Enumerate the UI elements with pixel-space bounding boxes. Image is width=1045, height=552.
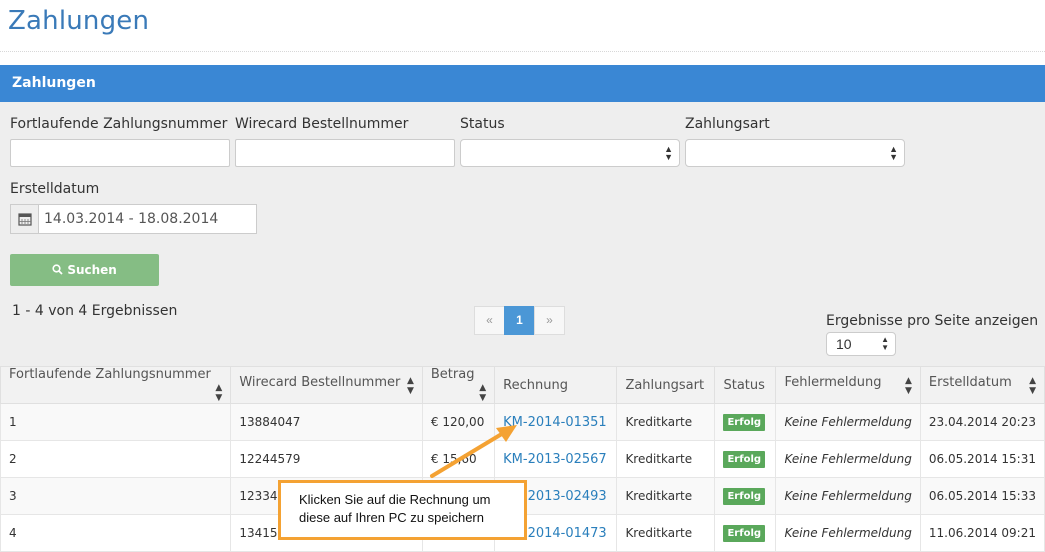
sort-icon: ▲ ▼ bbox=[479, 383, 487, 403]
seq-number-label: Fortlaufende Zahlungsnummer bbox=[10, 116, 228, 132]
seq-number-input[interactable] bbox=[10, 139, 230, 167]
pagination: « 1 » bbox=[474, 306, 565, 335]
cell-error: Keine Fehlermeldung bbox=[775, 440, 921, 478]
cell-error: Keine Fehlermeldung bbox=[775, 477, 921, 515]
search-icon bbox=[52, 264, 63, 275]
payments-panel: Zahlungen Fortlaufende Zahlungsnummer Wi… bbox=[0, 65, 1045, 552]
cell-status: Erfolg bbox=[714, 477, 777, 515]
select-arrows-icon: ▲ ▼ bbox=[889, 144, 898, 162]
per-page-value: 10 bbox=[836, 336, 852, 352]
cell-status: Erfolg bbox=[714, 514, 777, 552]
cell-status: Erfolg bbox=[714, 403, 777, 441]
wirecard-label: Wirecard Bestellnummer bbox=[235, 116, 409, 132]
cell-created: 11.06.2014 09:21 bbox=[919, 514, 1045, 552]
payment-type-label: Zahlungsart bbox=[685, 116, 770, 132]
cell-created: 06.05.2014 15:31 bbox=[919, 440, 1045, 478]
cell-seq-number: 1 bbox=[0, 403, 232, 441]
sort-icon: ▲ ▼ bbox=[1029, 375, 1036, 396]
date-range-value: 14.03.2014 - 18.08.2014 bbox=[44, 211, 219, 227]
per-page-label: Ergebnisse pro Seite anzeigen bbox=[826, 313, 1039, 329]
cell-payment-type: Kreditkarte bbox=[616, 514, 716, 552]
status-label: Status bbox=[460, 116, 505, 132]
wirecard-input[interactable] bbox=[235, 139, 455, 167]
cell-seq-number: 2 bbox=[0, 440, 232, 478]
table-row: 1 13884047 € 120,00 KM-2014-01351 Kredit… bbox=[0, 403, 1045, 441]
col-header-payment-type: Zahlungsart bbox=[616, 366, 716, 404]
cell-created: 23.04.2014 20:23 bbox=[919, 403, 1045, 441]
pagination-next[interactable]: » bbox=[534, 306, 565, 335]
per-page-select[interactable]: 10 ▲ ▼ bbox=[826, 332, 896, 356]
status-badge: Erfolg bbox=[723, 487, 766, 505]
col-header-wirecard[interactable]: Wirecard Bestellnummer ▲ ▼ bbox=[230, 366, 423, 404]
cell-payment-type: Kreditkarte bbox=[616, 477, 716, 515]
cell-wirecard: 12244579 bbox=[230, 440, 423, 478]
sort-icon: ▲ ▼ bbox=[215, 383, 223, 403]
created-label: Erstelldatum bbox=[10, 181, 100, 197]
cell-status: Erfolg bbox=[714, 440, 777, 478]
cell-invoice: KM-2013-02567 bbox=[494, 440, 618, 478]
table-header-row: Fortlaufende Zahlungsnummer ▲ ▼ Wirecard B… bbox=[0, 366, 1045, 404]
calendar-icon bbox=[18, 213, 32, 226]
select-arrows-icon: ▲ ▼ bbox=[664, 144, 673, 162]
pagination-prev[interactable]: « bbox=[474, 306, 505, 335]
status-badge: Erfolg bbox=[723, 450, 766, 468]
panel-header: Zahlungen bbox=[0, 65, 1045, 102]
callout-line-1: Klicken Sie auf die Rechnung um bbox=[299, 492, 491, 507]
cell-error: Keine Fehlermeldung bbox=[775, 403, 921, 441]
cell-invoice: KM-2014-01351 bbox=[494, 403, 618, 441]
search-button-label: Suchen bbox=[67, 263, 117, 277]
cell-amount: € 120,00 bbox=[421, 403, 496, 441]
invoice-link[interactable]: KM-2013-02567 bbox=[503, 452, 607, 467]
title-divider bbox=[0, 51, 1045, 52]
col-header-status: Status bbox=[714, 366, 777, 404]
col-header-error[interactable]: Fehlermeldung ▲ ▼ bbox=[775, 366, 921, 404]
sort-icon: ▲ ▼ bbox=[406, 375, 414, 396]
cell-payment-type: Kreditkarte bbox=[616, 440, 716, 478]
cell-wirecard: 13884047 bbox=[230, 403, 423, 441]
cell-error: Keine Fehlermeldung bbox=[775, 514, 921, 552]
col-header-invoice: Rechnung bbox=[494, 366, 618, 404]
page-title: Zahlungen bbox=[8, 6, 150, 36]
select-arrows-icon: ▲ ▼ bbox=[881, 335, 889, 352]
date-range-input[interactable]: 14.03.2014 - 18.08.2014 bbox=[10, 204, 257, 234]
results-count: 1 - 4 von 4 Ergebnissen bbox=[12, 303, 178, 319]
col-header-seq-number[interactable]: Fortlaufende Zahlungsnummer ▲ ▼ bbox=[0, 366, 232, 404]
table-row: 2 12244579 € 15,60 KM-2013-02567 Kreditk… bbox=[0, 440, 1045, 478]
cell-payment-type: Kreditkarte bbox=[616, 403, 716, 441]
cell-amount: € 15,60 bbox=[421, 440, 496, 478]
annotation-callout: Klicken Sie auf die Rechnung um diese au… bbox=[278, 480, 527, 540]
payment-type-select[interactable]: ▲ ▼ bbox=[685, 139, 905, 167]
cell-created: 06.05.2014 15:33 bbox=[919, 477, 1045, 515]
invoice-link[interactable]: KM-2014-01351 bbox=[503, 415, 607, 430]
status-badge: Erfolg bbox=[723, 413, 766, 431]
callout-line-2: diese auf Ihren PC zu speichern bbox=[299, 510, 484, 525]
cell-seq-number: 3 bbox=[0, 477, 232, 515]
search-button[interactable]: Suchen bbox=[10, 254, 159, 286]
date-addon[interactable] bbox=[11, 205, 39, 233]
pagination-page-1[interactable]: 1 bbox=[504, 306, 535, 335]
col-header-amount[interactable]: Betrag ▲ ▼ bbox=[421, 366, 496, 404]
cell-seq-number: 4 bbox=[0, 514, 232, 552]
col-header-created[interactable]: Erstelldatum ▲ ▼ bbox=[919, 366, 1045, 404]
status-badge: Erfolg bbox=[723, 524, 766, 542]
status-select[interactable]: ▲ ▼ bbox=[460, 139, 680, 167]
sort-icon: ▲ ▼ bbox=[904, 375, 912, 396]
